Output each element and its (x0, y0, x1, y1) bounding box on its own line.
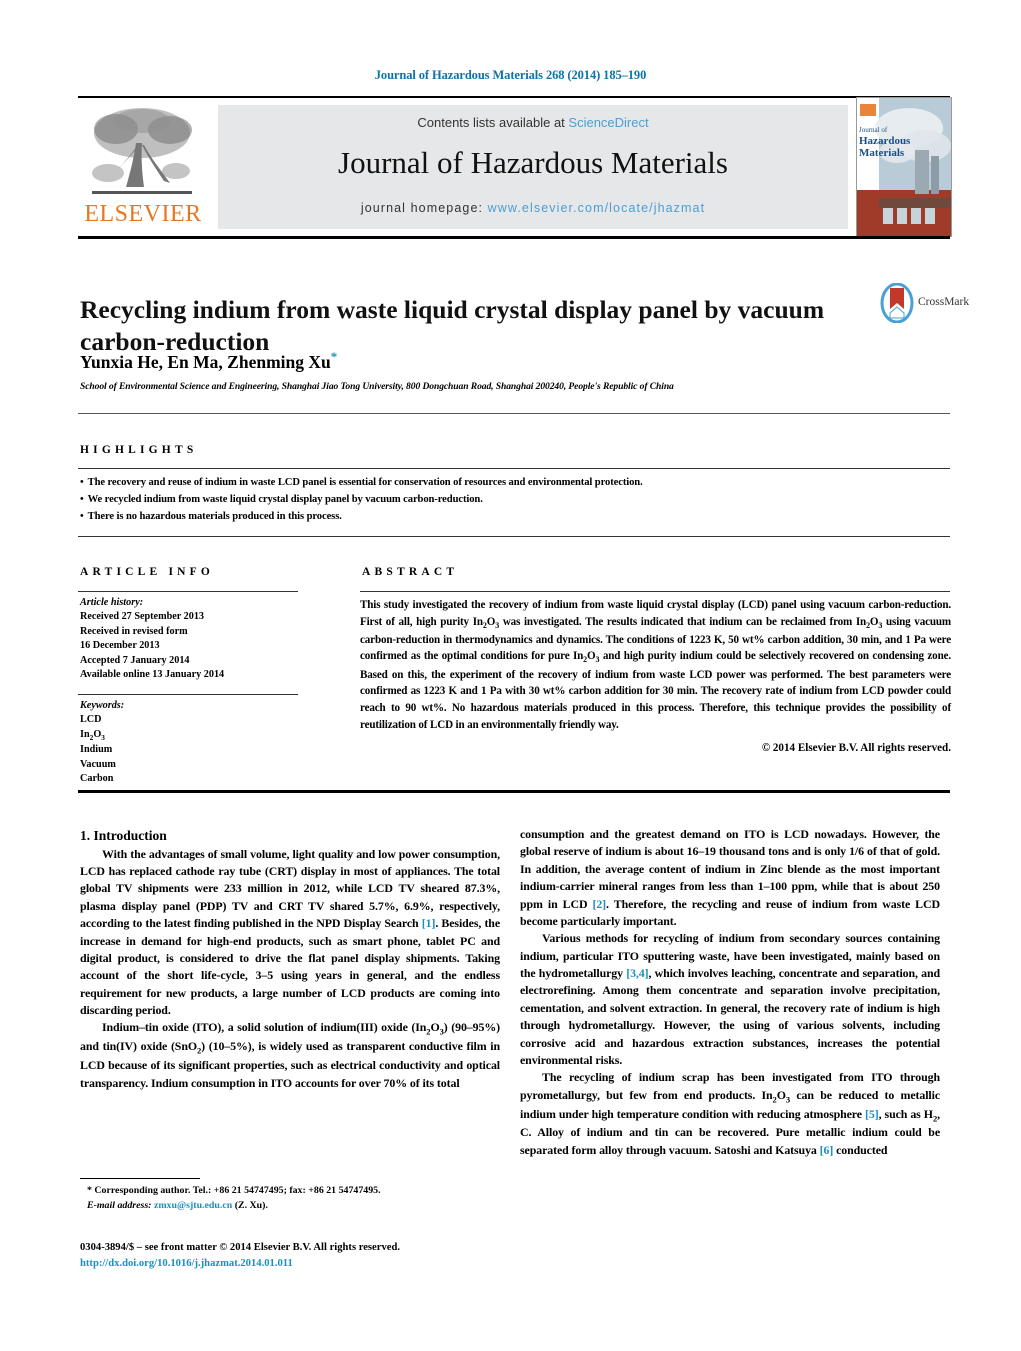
journal-homepage-line: journal homepage: www.elsevier.com/locat… (218, 201, 848, 215)
imprint-line: 0304-3894/$ – see front matter © 2014 El… (80, 1242, 400, 1253)
abstract-text: This study investigated the recovery of … (360, 599, 952, 731)
running-head: Journal of Hazardous Materials 268 (2014… (374, 68, 647, 82)
affiliation-rule (78, 413, 950, 414)
article-history: Article history: Received 27 September 2… (80, 596, 310, 683)
crossmark-badge-group[interactable]: CrossMark (878, 283, 969, 323)
highlights-heading: HIGHLIGHTS (80, 444, 198, 456)
citation-link[interactable]: [1] (422, 916, 436, 930)
contents-available-line: Contents lists available at ScienceDirec… (218, 115, 848, 130)
citation-link[interactable]: [5] (865, 1107, 879, 1121)
doi-link[interactable]: http://dx.doi.org/10.1016/j.jhazmat.2014… (80, 1256, 540, 1272)
contents-available-text: Contents lists available at (417, 115, 569, 130)
imprint-block: 0304-3894/$ – see front matter © 2014 El… (80, 1240, 540, 1272)
homepage-url-link[interactable]: www.elsevier.com/locate/jhazmat (488, 201, 706, 215)
article-info-rule (78, 591, 298, 592)
abstract-bottom-rule (78, 790, 950, 793)
email-link[interactable]: zmxu@sjtu.edu.cn (154, 1200, 232, 1211)
article-history-item: Received in revised form (80, 625, 188, 637)
article-history-heading: Article history: (80, 597, 144, 608)
journal-banner: Contents lists available at ScienceDirec… (218, 105, 848, 229)
citation-link[interactable]: [3,4] (626, 966, 648, 980)
cover-line1: Journal of (859, 126, 888, 134)
email-note: E-mail address: zmxu@sjtu.edu.cn (Z. Xu)… (80, 1199, 510, 1214)
homepage-label: journal homepage: (360, 201, 488, 215)
footnote-rule (80, 1178, 200, 1179)
highlights-list: • The recovery and reuse of indium in was… (80, 474, 950, 525)
article-history-item: 16 December 2013 (80, 640, 160, 652)
journal-cover-image: Journal of Hazardous Materials (857, 98, 951, 236)
corresponding-author-marker: * (330, 349, 338, 364)
keywords-heading: Keywords: (80, 700, 125, 711)
article-history-item: Received 27 September 2013 (80, 611, 205, 623)
paragraph: Indium–tin oxide (ITO), a solid solution… (80, 1020, 500, 1090)
paragraph: Various methods for recycling of indium … (520, 931, 941, 1067)
crossmark-icon[interactable] (878, 283, 916, 323)
elsevier-tree-icon (92, 108, 192, 194)
highlight-text: We recycled indium from waste liquid cry… (87, 494, 483, 506)
bullet-icon: • (80, 511, 84, 523)
paragraph: The recycling of indium scrap has been i… (520, 1070, 940, 1157)
highlight-text: There is no hazardous materials produced… (87, 511, 342, 523)
author-list: Yunxia He, En Ma, Zhenming Xu* (80, 349, 860, 373)
list-item: • The recovery and reuse of indium in was… (80, 474, 950, 491)
journal-title: Journal of Hazardous Materials (338, 145, 728, 180)
cover-line2: Hazardous (859, 135, 911, 147)
masthead-bottom-rule (78, 236, 950, 239)
list-item: • There is no hazardous materials produce… (80, 508, 950, 525)
citation-link[interactable]: [6] (820, 1143, 834, 1157)
keywords-block: Keywords: LCD In2O3 Indium Vacuum Carbon (80, 699, 310, 787)
journal-masthead: ELSEVIER Contents lists available at Sci… (78, 97, 952, 237)
paper-page: Journal of Hazardous Materials 268 (2014… (0, 0, 1021, 1351)
paragraph: With the advantages of small volume, lig… (80, 846, 500, 1018)
article-history-item: Available online 13 January 2014 (80, 669, 225, 681)
affiliation: School of Environmental Science and Engi… (80, 381, 674, 392)
elsevier-wordmark: ELSEVIER (84, 201, 202, 227)
highlights-top-rule (78, 468, 950, 469)
citation-link[interactable]: [2] (592, 897, 606, 911)
elsevier-logo: ELSEVIER (78, 103, 208, 233)
body-column-right: consumption and the greatest demand on I… (520, 826, 940, 1159)
crossmark-label: CrossMark (918, 296, 970, 308)
sciencedirect-link[interactable]: ScienceDirect (568, 115, 648, 130)
section-heading-introduction: 1. Introduction (80, 828, 167, 843)
page-title: Recycling indium from waste liquid cryst… (80, 295, 825, 356)
abstract-copyright: © 2014 Elsevier B.V. All rights reserved… (761, 742, 951, 754)
keywords-rule (78, 694, 298, 695)
list-item: • We recycled indium from waste liquid cr… (80, 491, 950, 508)
article-history-item: Accepted 7 January 2014 (80, 654, 190, 666)
body-column-left: 1. Introduction With the advantages of s… (80, 826, 500, 1092)
keyword-item: Indium (80, 744, 113, 756)
bullet-icon: • (80, 494, 84, 506)
keyword-item: LCD (80, 714, 102, 726)
email-label: E-mail address: (87, 1199, 152, 1211)
keyword-item: Carbon (80, 773, 114, 785)
email-suffix: (Z. Xu). (234, 1199, 268, 1211)
author-names: Yunxia He, En Ma, Zhenming Xu (80, 351, 331, 372)
highlight-text: The recovery and reuse of indium in wast… (87, 477, 643, 488)
abstract-rule (360, 591, 950, 592)
highlights-bottom-rule (78, 536, 950, 537)
keyword-item: Vacuum (80, 758, 116, 770)
abstract-heading: ABSTRACT (362, 566, 459, 578)
footnote-block: * Corresponding author. Tel.: +86 21 547… (80, 1184, 510, 1214)
journal-cover-thumbnail: Journal of Hazardous Materials (856, 97, 952, 237)
keyword-item: In2O3 (80, 728, 105, 742)
cover-line3: Materials (859, 147, 905, 159)
corresponding-author-note: * Corresponding author. Tel.: +86 21 547… (87, 1185, 381, 1196)
paragraph: consumption and the greatest demand on I… (520, 827, 940, 928)
bullet-icon: • (80, 477, 84, 488)
article-info-heading: ARTICLE INFO (80, 566, 215, 578)
